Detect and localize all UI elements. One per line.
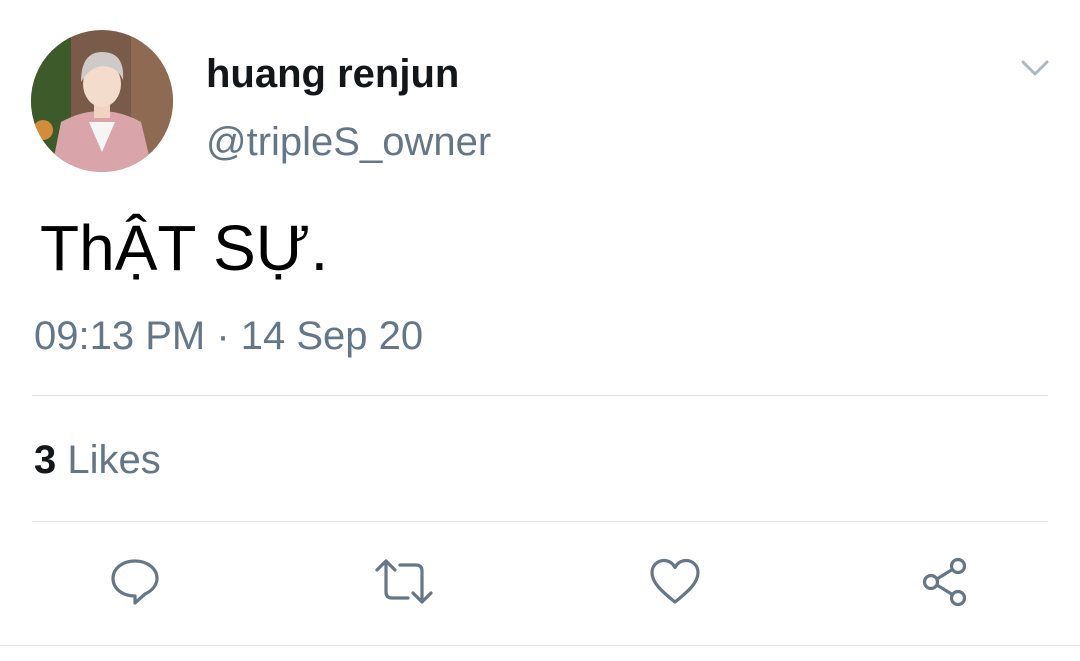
divider [0, 645, 1080, 646]
reply-icon [111, 559, 159, 605]
user-handle[interactable]: @tripleS_owner [206, 118, 491, 166]
share-button[interactable] [918, 556, 972, 608]
retweet-icon [375, 559, 433, 604]
avatar[interactable] [31, 30, 173, 172]
tweet-text: ThẬT SỰ. [40, 212, 329, 284]
tweet-timestamp[interactable]: 09:13 PM · 14 Sep 20 [34, 312, 423, 360]
avatar-photo [31, 30, 173, 172]
chevron-down-icon[interactable] [1018, 55, 1052, 81]
retweet-button[interactable] [374, 556, 433, 608]
likes-label: Likes [67, 438, 161, 482]
divider [32, 395, 1048, 396]
tweet-card: huang renjun @tripleS_owner ThẬT SỰ. 09:… [0, 0, 1080, 661]
display-name[interactable]: huang renjun [206, 50, 459, 98]
share-icon [922, 557, 967, 607]
like-button[interactable] [648, 556, 702, 608]
heart-icon [650, 558, 700, 604]
likes-stat[interactable]: 3 Likes [34, 436, 161, 484]
reply-button[interactable] [108, 556, 162, 608]
divider [32, 521, 1048, 522]
likes-count: 3 [34, 438, 57, 482]
